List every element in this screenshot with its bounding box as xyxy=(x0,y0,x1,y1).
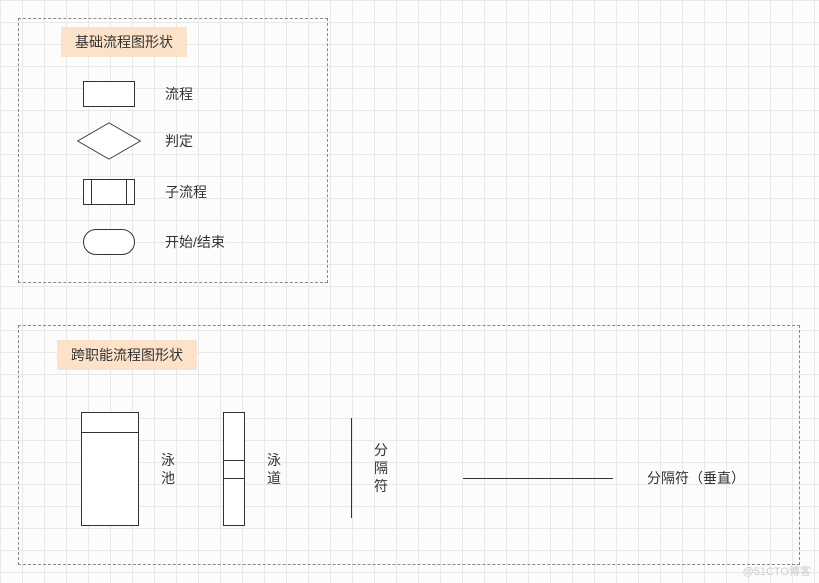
separator-vertical-label: 分隔符（垂直） xyxy=(647,468,745,488)
lane-label: 泳道 xyxy=(267,451,281,487)
pool-shape-icon xyxy=(81,412,139,526)
subprocess-row: 子流程 xyxy=(71,179,207,205)
pool-item: 泳池 xyxy=(81,412,175,526)
separator-vline-icon xyxy=(351,418,352,518)
lane-item: 泳道 xyxy=(223,412,281,526)
basic-shapes-panel: 基础流程图形状 流程 判定 子流程 开始/结束 xyxy=(18,18,328,283)
lane-shape-icon xyxy=(223,412,245,526)
separator-item: 分隔符 xyxy=(351,418,388,518)
process-shape-icon xyxy=(83,81,135,107)
process-label: 流程 xyxy=(165,84,193,104)
separator-hline-icon xyxy=(463,478,613,479)
terminator-label: 开始/结束 xyxy=(165,232,225,252)
terminator-row: 开始/结束 xyxy=(71,229,225,255)
crossfunc-row: 泳池 泳道 分隔符 分隔符（垂直） xyxy=(19,404,799,534)
basic-panel-title: 基础流程图形状 xyxy=(61,27,187,57)
crossfunc-panel-title: 跨职能流程图形状 xyxy=(57,340,197,370)
crossfunc-shapes-panel: 跨职能流程图形状 泳池 泳道 分隔符 xyxy=(18,325,800,565)
decision-label: 判定 xyxy=(165,131,193,151)
separator-vertical-item: 分隔符（垂直） xyxy=(463,468,745,488)
terminator-shape-icon xyxy=(83,229,135,255)
separator-label: 分隔符 xyxy=(374,441,388,496)
decision-row: 判定 xyxy=(71,123,193,159)
pool-label: 泳池 xyxy=(161,451,175,487)
process-row: 流程 xyxy=(71,81,193,107)
decision-shape-icon xyxy=(77,122,142,159)
subprocess-shape-icon xyxy=(83,179,135,205)
watermark: @51CTO博客 xyxy=(743,563,811,579)
subprocess-label: 子流程 xyxy=(165,182,207,202)
